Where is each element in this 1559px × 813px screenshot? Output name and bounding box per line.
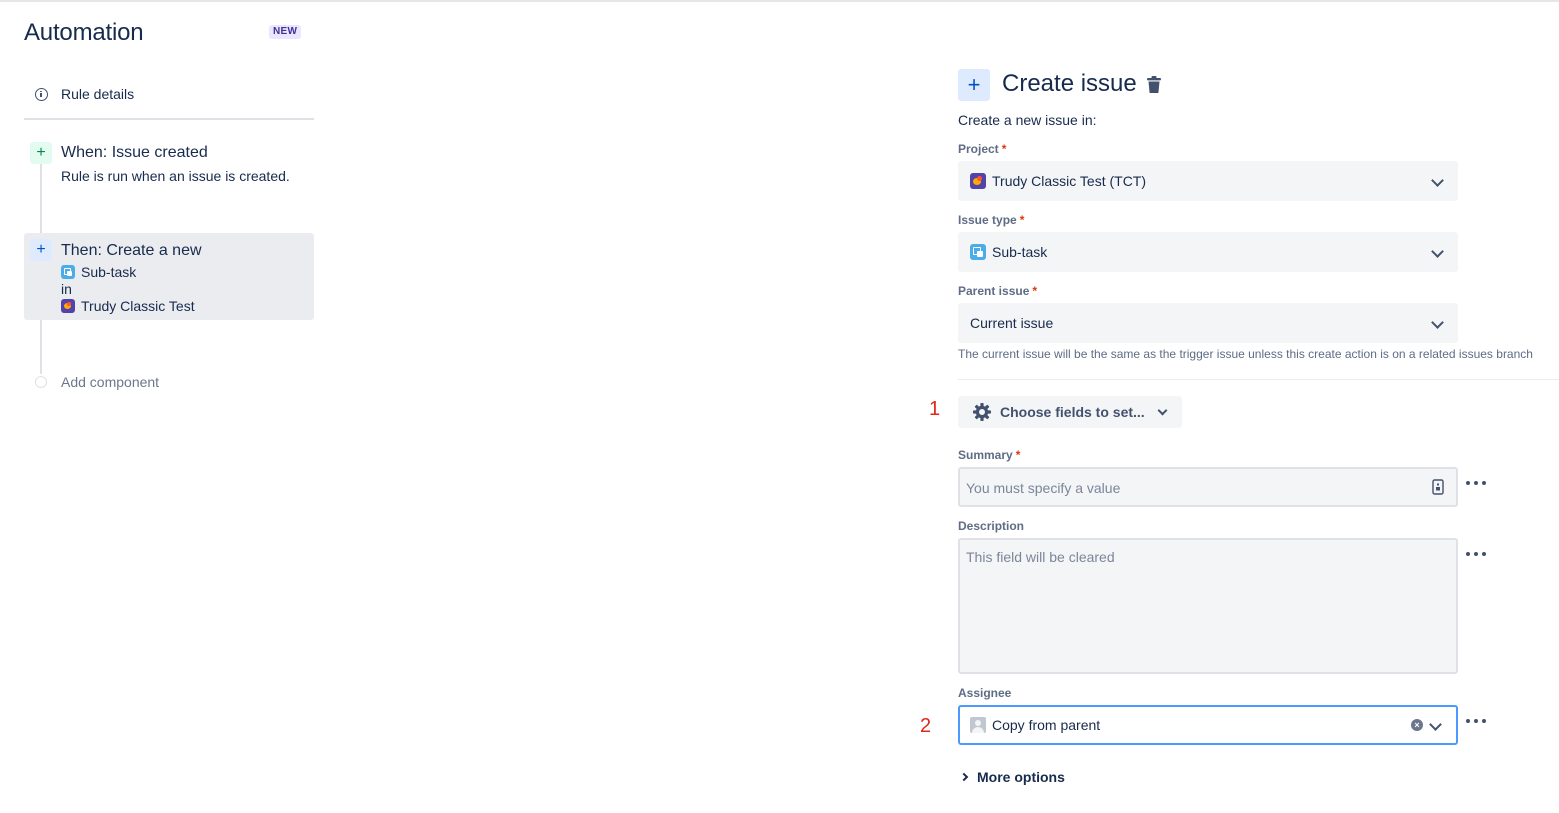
add-component-label: Add component <box>61 374 160 390</box>
new-badge: NEW <box>269 25 302 39</box>
action-step[interactable]: + Then: Create a new Sub-task in Trudy C… <box>24 233 314 320</box>
required-marker: * <box>1019 213 1025 227</box>
sidebar-divider <box>24 118 314 120</box>
parent-issue-label: Parent issue * <box>958 284 1037 298</box>
action-connector: in <box>61 281 72 297</box>
app-title: Automation <box>24 19 144 46</box>
summary-label-text: Summary <box>958 448 1013 462</box>
intro-text: Create a new issue in: <box>958 112 1097 128</box>
summary-input[interactable]: You must specify a value <box>958 467 1458 507</box>
issue-type-label: Issue type * <box>958 213 1024 227</box>
description-textarea[interactable]: This field will be cleared <box>958 538 1458 674</box>
summary-label: Summary * <box>958 448 1020 462</box>
avatar-icon <box>970 717 986 733</box>
parent-issue-helper: The current issue will be the same as th… <box>958 347 1533 361</box>
description-more-icon[interactable] <box>1466 551 1486 557</box>
action-issue-type-label: Sub-task <box>81 264 137 280</box>
section-divider <box>958 379 1559 380</box>
required-marker: * <box>1032 284 1038 298</box>
subtask-icon <box>61 265 75 279</box>
trigger-step[interactable]: + When: Issue created Rule is run when a… <box>24 140 314 192</box>
project-icon <box>970 173 986 189</box>
parent-issue-select[interactable]: Current issue <box>958 303 1458 343</box>
parent-issue-value: Current issue <box>970 315 1054 331</box>
action-issue-type: Sub-task <box>61 264 136 280</box>
choose-fields-button[interactable]: Choose fields to set... <box>958 396 1182 428</box>
assignee-label: Assignee <box>958 686 1012 700</box>
chevron-right-icon <box>959 772 969 782</box>
chevron-down-icon <box>1429 718 1442 731</box>
chevron-down-icon <box>1431 316 1444 329</box>
project-icon <box>61 299 75 313</box>
add-circle-icon <box>35 376 47 388</box>
field-picker-icon[interactable] <box>1432 479 1444 495</box>
assignee-select[interactable]: Copy from parent × <box>958 705 1458 745</box>
add-component-item[interactable]: Add component <box>24 370 159 394</box>
subtask-icon <box>970 244 986 260</box>
more-options-label: More options <box>977 769 1065 785</box>
project-label: Project * <box>958 142 1006 156</box>
parent-issue-label-text: Parent issue <box>958 284 1030 298</box>
top-border <box>0 0 1559 2</box>
plus-icon: + <box>958 69 990 101</box>
required-marker: * <box>1015 448 1021 462</box>
action-project: Trudy Classic Test <box>61 298 195 314</box>
rule-details-item[interactable]: Rule details <box>24 78 314 110</box>
project-select[interactable]: Trudy Classic Test (TCT) <box>958 161 1458 201</box>
trash-icon[interactable] <box>1146 76 1162 94</box>
project-value: Trudy Classic Test (TCT) <box>992 173 1147 189</box>
plus-icon[interactable]: + <box>30 142 52 164</box>
trigger-title: When: Issue created <box>61 144 208 161</box>
rule-details-label: Rule details <box>61 86 135 102</box>
choose-fields-label: Choose fields to set... <box>1000 404 1145 420</box>
summary-placeholder: You must specify a value <box>966 480 1121 496</box>
issue-type-value: Sub-task <box>992 244 1048 260</box>
more-options-toggle[interactable]: More options <box>959 767 1065 787</box>
trigger-subtitle: Rule is run when an issue is created. <box>61 168 290 184</box>
chevron-down-icon <box>1431 174 1444 187</box>
assignee-more-icon[interactable] <box>1466 718 1486 724</box>
gear-icon <box>973 403 991 421</box>
project-label-text: Project <box>958 142 999 156</box>
clear-icon[interactable]: × <box>1411 719 1423 731</box>
chevron-down-icon <box>1157 405 1168 415</box>
assignee-value: Copy from parent <box>992 717 1101 733</box>
action-title: Then: Create a new <box>61 242 202 259</box>
issue-type-select[interactable]: Sub-task <box>958 232 1458 272</box>
panel-title: Create issue <box>1002 70 1137 97</box>
plus-icon[interactable]: + <box>30 239 52 261</box>
chevron-down-icon <box>1431 245 1444 258</box>
required-marker: * <box>1001 142 1007 156</box>
annotation-2: 2 <box>920 715 932 737</box>
description-label: Description <box>958 519 1025 533</box>
description-placeholder: This field will be cleared <box>966 549 1115 565</box>
action-project-label: Trudy Classic Test <box>81 298 195 314</box>
summary-more-icon[interactable] <box>1466 480 1486 486</box>
issue-type-label-text: Issue type <box>958 213 1017 227</box>
info-icon <box>35 87 48 101</box>
annotation-1: 1 <box>929 398 941 420</box>
